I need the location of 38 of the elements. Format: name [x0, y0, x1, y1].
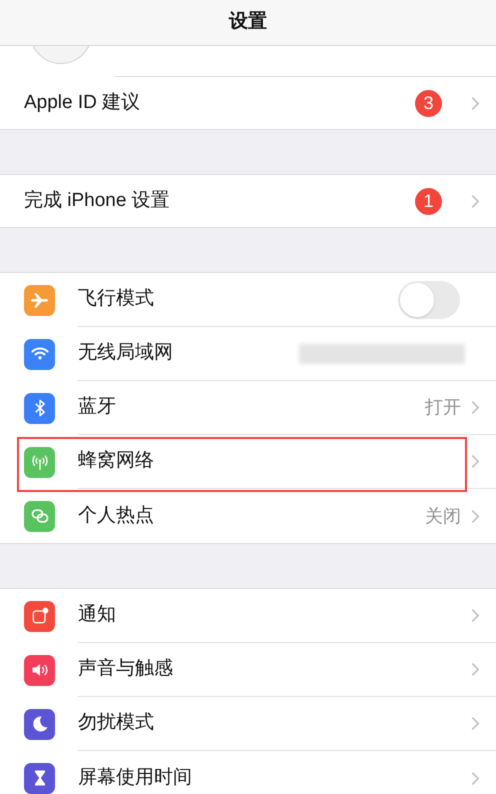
settings-row[interactable]: 无线局域网	[0, 327, 496, 381]
row-label: 无线局域网	[78, 341, 174, 366]
notification-icon	[30, 606, 50, 626]
chevron-icon	[471, 716, 480, 731]
settings-row[interactable]: 声音与触感	[0, 643, 496, 697]
screen-title: 设置	[229, 10, 267, 34]
row-label: 屏幕使用时间	[78, 766, 193, 790]
row-label: 蓝牙	[78, 395, 117, 420]
row-label: 声音与触感	[78, 657, 174, 682]
row-label: Apple ID 建议	[24, 90, 142, 115]
toggle-switch[interactable]	[398, 280, 460, 318]
chevron-icon	[471, 508, 480, 524]
chevron-icon	[471, 608, 480, 623]
row-value: 打开	[425, 396, 461, 419]
chevron-icon	[471, 662, 480, 677]
row-value: 关闭	[425, 504, 461, 528]
settings-row[interactable]: 飞行模式	[0, 273, 496, 327]
count-badge: 1	[415, 188, 442, 214]
row-label: 通知	[78, 603, 117, 628]
chevron-icon	[471, 96, 480, 110]
settings-row[interactable]: 蜂窝网络	[0, 435, 496, 489]
row-label: 蜂窝网络	[78, 449, 155, 474]
chevron-icon	[471, 400, 480, 415]
row-label: 勿扰模式	[78, 711, 155, 736]
row-label: 个人热点	[78, 504, 155, 528]
settings-row[interactable]: 完成 iPhone 设置 1	[0, 175, 496, 227]
row-label: 完成 iPhone 设置	[24, 188, 171, 213]
chevron-icon	[471, 770, 480, 786]
settings-row[interactable]: 蓝牙 打开	[0, 381, 496, 435]
row-label: 飞行模式	[78, 287, 155, 312]
settings-row[interactable]: 个人热点 关闭	[0, 489, 496, 543]
chevron-icon	[471, 454, 480, 469]
settings-row[interactable]: 通知	[0, 589, 496, 643]
count-badge: 3	[415, 90, 442, 116]
settings-row[interactable]: 屏幕使用时间	[0, 751, 496, 794]
settings-row[interactable]: Apple ID 建议 3	[0, 77, 496, 129]
settings-row[interactable]: 勿扰模式	[0, 697, 496, 751]
chevron-icon	[471, 194, 480, 208]
